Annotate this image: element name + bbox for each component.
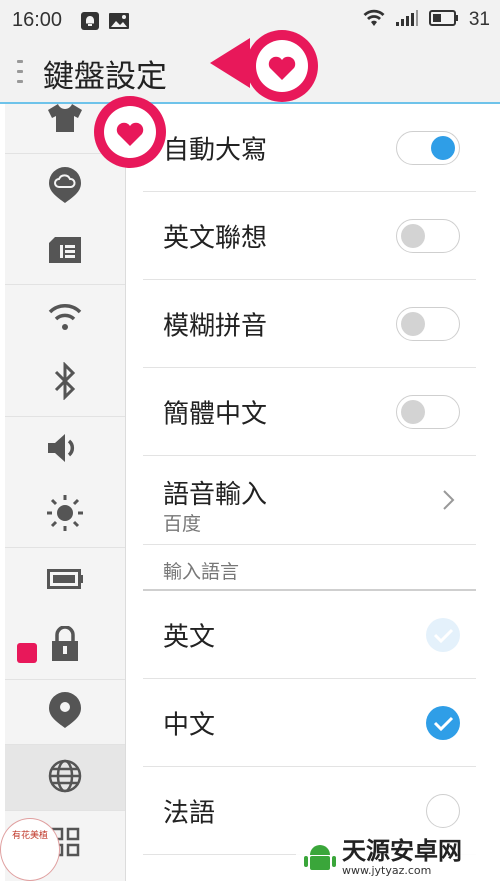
site-name: 天源安卓网 xyxy=(342,836,462,865)
battery-level: 31 xyxy=(468,9,490,30)
language-label: 中文 xyxy=(163,710,216,740)
voice-input-value: 百度 xyxy=(163,513,202,535)
sim-card-icon xyxy=(49,237,81,267)
section-header-input-language: 輸入語言 xyxy=(143,545,476,591)
setting-label: 模糊拼音 xyxy=(163,311,268,341)
chevron-right-icon xyxy=(442,489,456,515)
volume-icon xyxy=(48,433,82,467)
setting-label: 英文聯想 xyxy=(163,223,268,253)
sidebar-item-location[interactable] xyxy=(5,680,125,746)
french-checkbox[interactable] xyxy=(426,793,460,828)
signal-icon xyxy=(395,9,419,31)
page-title: 鍵盤設定 xyxy=(43,59,167,95)
location-icon xyxy=(49,691,81,732)
status-time: 16:00 xyxy=(12,9,63,31)
site-watermark: 天源安卓网 www.jytyaz.com xyxy=(296,833,500,881)
sidebar-item-security[interactable] xyxy=(5,614,125,680)
setting-label: 自動大寫 xyxy=(163,135,268,165)
section-label: 輸入語言 xyxy=(163,561,240,583)
language-label: 英文 xyxy=(163,622,216,652)
image-icon xyxy=(108,11,130,35)
wifi-icon xyxy=(47,302,83,334)
cloud-icon xyxy=(49,166,81,207)
battery-icon xyxy=(47,568,83,593)
settings-content: 自動大寫 英文聯想 模糊拼音 簡體中文 語音輸入 百度 輸入語言 英文 中文 法… xyxy=(143,104,476,855)
site-url: www.jytyaz.com xyxy=(342,863,432,877)
callout-heart-icon xyxy=(210,28,320,112)
status-right: 31 xyxy=(363,9,490,31)
setting-row-fuzzy-pinyin[interactable]: 模糊拼音 xyxy=(143,280,476,368)
globe-icon xyxy=(48,759,82,797)
sidebar-item-display[interactable] xyxy=(5,482,125,549)
language-label: 法語 xyxy=(163,798,216,828)
status-left-icons xyxy=(80,11,130,35)
watermark-stamp: 有花美植 xyxy=(0,818,60,881)
setting-label: 簡體中文 xyxy=(163,399,268,429)
auto-capitalize-toggle[interactable] xyxy=(396,130,460,165)
android-logo-icon xyxy=(304,845,336,870)
menu-icon[interactable] xyxy=(17,60,23,84)
setting-row-english-prediction[interactable]: 英文聯想 xyxy=(143,192,476,280)
brightness-icon xyxy=(46,494,84,536)
setting-label: 語音輸入 xyxy=(163,480,268,510)
fuzzy-pinyin-toggle[interactable] xyxy=(396,306,460,341)
setting-row-simplified-chinese[interactable]: 簡體中文 xyxy=(143,368,476,456)
lock-icon xyxy=(50,625,80,666)
watermark-stamp-text: 有花美植 xyxy=(11,831,48,841)
sidebar xyxy=(5,104,126,881)
battery-icon xyxy=(428,9,459,31)
sidebar-item-sound[interactable] xyxy=(5,417,125,483)
chinese-checkbox[interactable] xyxy=(426,705,460,740)
simplified-chinese-toggle[interactable] xyxy=(396,394,460,429)
english-checkbox[interactable] xyxy=(426,617,460,652)
sidebar-item-language[interactable] xyxy=(5,745,125,811)
callout-heart-icon xyxy=(90,92,170,176)
bluetooth-icon xyxy=(53,361,77,404)
sidebar-item-battery[interactable] xyxy=(5,548,125,614)
wifi-icon xyxy=(363,9,385,31)
language-row-english[interactable]: 英文 xyxy=(143,591,476,679)
setting-row-voice-input[interactable]: 語音輸入 百度 xyxy=(143,456,476,545)
setting-row-auto-capitalize[interactable]: 自動大寫 xyxy=(143,104,476,192)
language-row-chinese[interactable]: 中文 xyxy=(143,679,476,767)
shirt-icon xyxy=(48,104,82,136)
english-prediction-toggle[interactable] xyxy=(396,218,460,253)
sidebar-item-wifi[interactable] xyxy=(5,285,125,351)
sidebar-item-bluetooth[interactable] xyxy=(5,351,125,417)
notification-icon xyxy=(80,11,100,35)
sidebar-item-sim[interactable] xyxy=(5,220,125,286)
callout-marker xyxy=(17,642,37,663)
